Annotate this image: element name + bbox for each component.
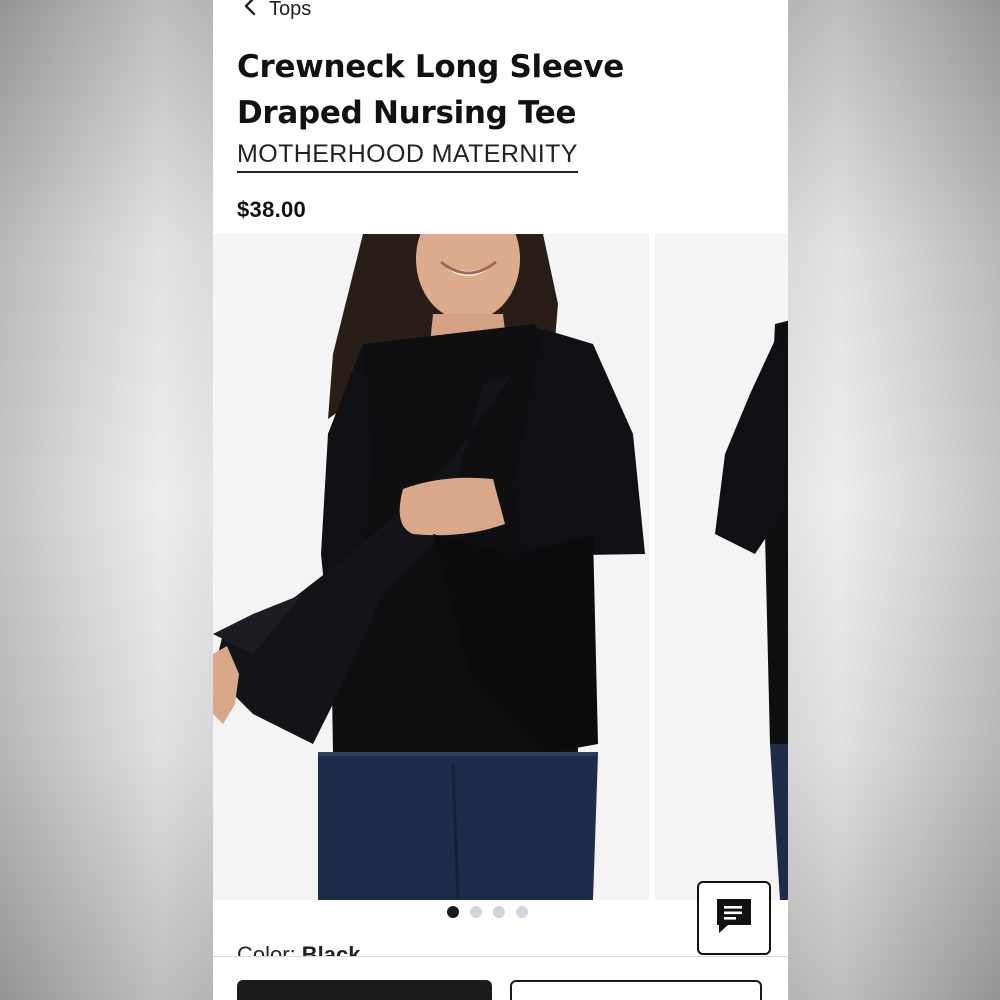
carousel-dot-3[interactable] [493, 906, 505, 918]
product-image-main[interactable] [213, 234, 649, 900]
chat-message-icon [714, 896, 754, 941]
carousel-dot-1[interactable] [447, 906, 459, 918]
chevron-left-icon[interactable] [243, 0, 257, 22]
carousel-dot-2[interactable] [470, 906, 482, 918]
carousel-dot-4[interactable] [516, 906, 528, 918]
image-carousel[interactable] [213, 234, 788, 900]
product-title: Crewneck Long Sleeve Draped Nursing Tee [237, 49, 624, 131]
chat-button[interactable] [697, 881, 771, 955]
brand-link[interactable]: MOTHERHOOD MATERNITY [237, 140, 578, 173]
product-image-next[interactable] [655, 234, 788, 900]
product-price: $38.00 [237, 197, 307, 222]
product-page: Tops Crewneck Long Sleeve Draped Nursing… [213, 0, 788, 1000]
background-left [0, 0, 213, 1000]
breadcrumb[interactable]: Tops [243, 0, 311, 22]
primary-action-button[interactable] [237, 980, 492, 1000]
secondary-action-button[interactable] [510, 980, 762, 1000]
breadcrumb-label[interactable]: Tops [269, 0, 311, 21]
background-right [788, 0, 1000, 1000]
carousel-dots [447, 906, 528, 918]
